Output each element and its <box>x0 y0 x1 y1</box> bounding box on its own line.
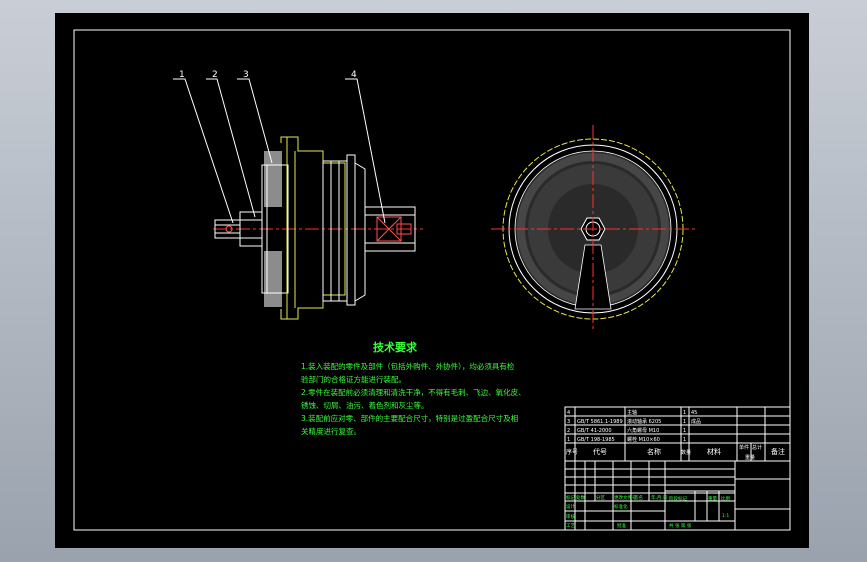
tb-date: 年.月.日 <box>651 494 667 501</box>
bom-header-no: 序号 <box>566 448 578 456</box>
tech-title: 技术要求 <box>373 340 418 354</box>
bom-row-3-qty: 1 <box>683 428 686 434</box>
end-view <box>491 125 695 331</box>
bom-row-2-name: 滚动轴承 6205 <box>627 418 661 425</box>
bom-row-4-name: 螺栓 M10×60 <box>627 436 660 443</box>
tb-marks: 标记 <box>566 494 575 501</box>
bom-header-material: 材料 <box>707 447 721 456</box>
tb-sign: 签名 <box>634 494 643 501</box>
bom-row-1-no: 4 <box>567 410 570 416</box>
tech-line-6: 关精度进行复查。 <box>301 426 361 436</box>
tb-process: 工艺 <box>566 523 575 529</box>
tb-designer: 设计 <box>566 503 575 510</box>
bom-header-total: 总计 <box>752 444 762 451</box>
bom-row-4-no: 1 <box>567 437 570 443</box>
bom-row-1-material: 45 <box>691 410 697 416</box>
balloon-4: 4 <box>351 70 357 80</box>
tb-count: 处数 <box>576 494 585 501</box>
balloon-1: 1 <box>179 70 185 80</box>
bom-header-weight: 重量 <box>745 454 755 461</box>
tech-line-5: 3.装配前应对零、部件的主要配合尺寸，特别是过盈配合尺寸及相 <box>301 413 518 423</box>
tech-line-3: 2.零件在装配前必须清理和清洗干净，不得有毛刺、飞边、氧化皮、 <box>301 387 526 397</box>
bom-row-1-name: 主轴 <box>627 409 637 416</box>
bom-header-code: 代号 <box>593 447 607 456</box>
bom-row-3-name: 六角螺母 M10 <box>627 427 659 434</box>
cad-viewport[interactable]: 1 2 3 4 技术要求 1.装入装配的零件及部件（包括外购件、外协件），均必须… <box>0 0 867 562</box>
tb-scale-value: 1:1 <box>722 513 729 519</box>
tech-line-2: 验部门的合格证方能进行装配。 <box>301 374 406 384</box>
balloon-3: 3 <box>243 70 249 80</box>
balloon-2: 2 <box>212 70 218 80</box>
tech-line-4: 锈蚀、切屑、油污、着色剂和灰尘等。 <box>301 400 429 410</box>
tb-review: 审核 <box>566 513 575 520</box>
drawing-sheet: 1 2 3 4 技术要求 1.装入装配的零件及部件（包括外购件、外协件），均必须… <box>55 13 809 548</box>
bom-row-2-material: 成品 <box>691 418 701 425</box>
bom-header-single: 单件 <box>739 444 749 451</box>
section-view <box>213 136 423 320</box>
bom-header-qty: 数量 <box>681 449 691 456</box>
bom-row-1-qty: 1 <box>683 410 686 416</box>
tb-zone: 分区 <box>596 494 605 501</box>
bom-row-4-qty: 1 <box>683 437 686 443</box>
bom-header-name: 名称 <box>647 447 661 456</box>
bom-row-4-code: GB/T 198-1985 <box>577 437 615 443</box>
tb-sheets: 共 张 第 张 <box>669 522 692 529</box>
tb-stage: 阶段标记 <box>669 495 687 502</box>
bom-row-2-no: 3 <box>567 419 570 425</box>
tb-approve: 批准 <box>617 522 626 529</box>
bom-row-2-code: GB/T 5861.1-1989 <box>577 419 623 425</box>
tb-weight: 重量 <box>708 495 717 502</box>
bom-row-2-qty: 1 <box>683 419 686 425</box>
drawing-canvas: 1 2 3 4 技术要求 1.装入装配的零件及部件（包括外购件、外协件），均必须… <box>73 29 791 531</box>
bom-row-3-no: 2 <box>567 428 570 434</box>
tb-standard: 标准化 <box>614 503 628 510</box>
bom-row-3-code: GB/T 41-2000 <box>577 428 612 434</box>
tech-line-1: 1.装入装配的零件及部件（包括外购件、外协件），均必须具有检 <box>301 361 515 371</box>
bom-header-remark: 备注 <box>771 447 785 456</box>
tb-scale: 比例 <box>721 495 730 502</box>
